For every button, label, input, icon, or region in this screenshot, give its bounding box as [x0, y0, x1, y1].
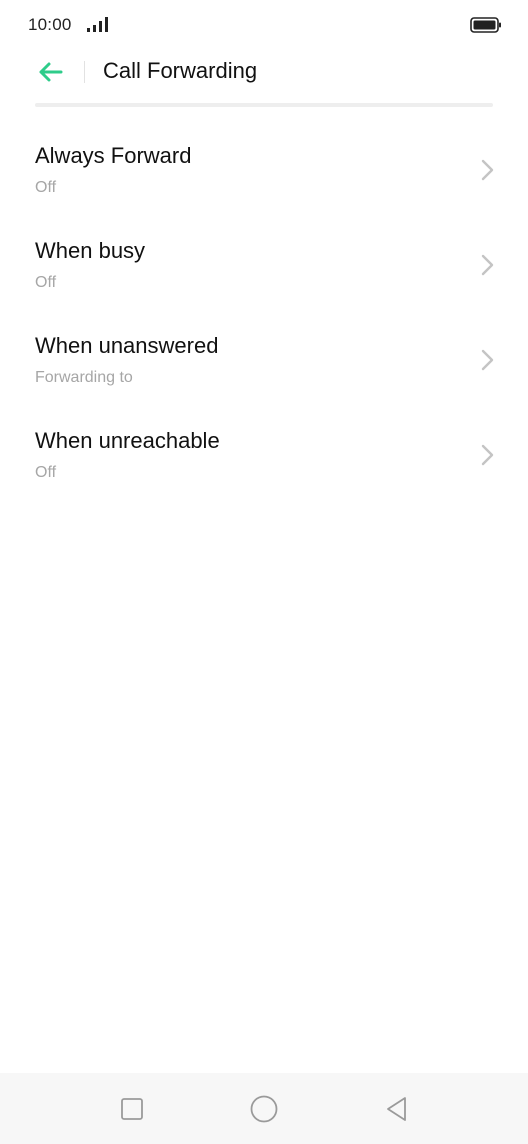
- call-forwarding-list: Always Forward Off When busy Off When un…: [0, 118, 528, 498]
- list-item-when-unreachable[interactable]: When unreachable Off: [0, 403, 528, 498]
- chevron-right-icon: [481, 349, 494, 371]
- chevron-right-icon: [481, 444, 494, 466]
- item-subtitle: Off: [35, 464, 57, 481]
- item-subtitle: Forwarding to: [35, 369, 133, 386]
- header-divider: [84, 61, 85, 83]
- home-button[interactable]: [246, 1091, 282, 1127]
- system-back-button[interactable]: [378, 1091, 414, 1127]
- recent-apps-button[interactable]: [114, 1091, 150, 1127]
- list-item-always-forward[interactable]: Always Forward Off: [0, 118, 528, 213]
- status-bar: 10:00: [0, 0, 528, 50]
- item-subtitle: Off: [35, 179, 57, 196]
- list-item-when-unanswered[interactable]: When unanswered Forwarding to: [0, 308, 528, 403]
- item-title: When busy: [35, 238, 146, 263]
- chevron-right-icon: [481, 254, 494, 276]
- triangle-back-icon: [387, 1097, 406, 1121]
- back-button[interactable]: [30, 54, 70, 90]
- circle-icon: [250, 1095, 278, 1123]
- item-subtitle: Off: [35, 274, 57, 291]
- item-title: Always Forward: [35, 143, 192, 168]
- header: Call Forwarding: [0, 50, 528, 96]
- item-title: When unreachable: [35, 428, 220, 453]
- header-divider-line: [35, 103, 493, 107]
- battery-icon: [470, 17, 501, 33]
- chevron-right-icon: [481, 159, 494, 181]
- page-title: Call Forwarding: [103, 58, 258, 83]
- square-icon: [121, 1098, 143, 1120]
- arrow-left-icon: [39, 62, 63, 82]
- list-item-when-busy[interactable]: When busy Off: [0, 213, 528, 308]
- status-time: 10:00: [28, 15, 72, 34]
- signal-icon: [87, 17, 108, 32]
- item-title: When unanswered: [35, 333, 219, 358]
- navigation-bar: [0, 1073, 528, 1144]
